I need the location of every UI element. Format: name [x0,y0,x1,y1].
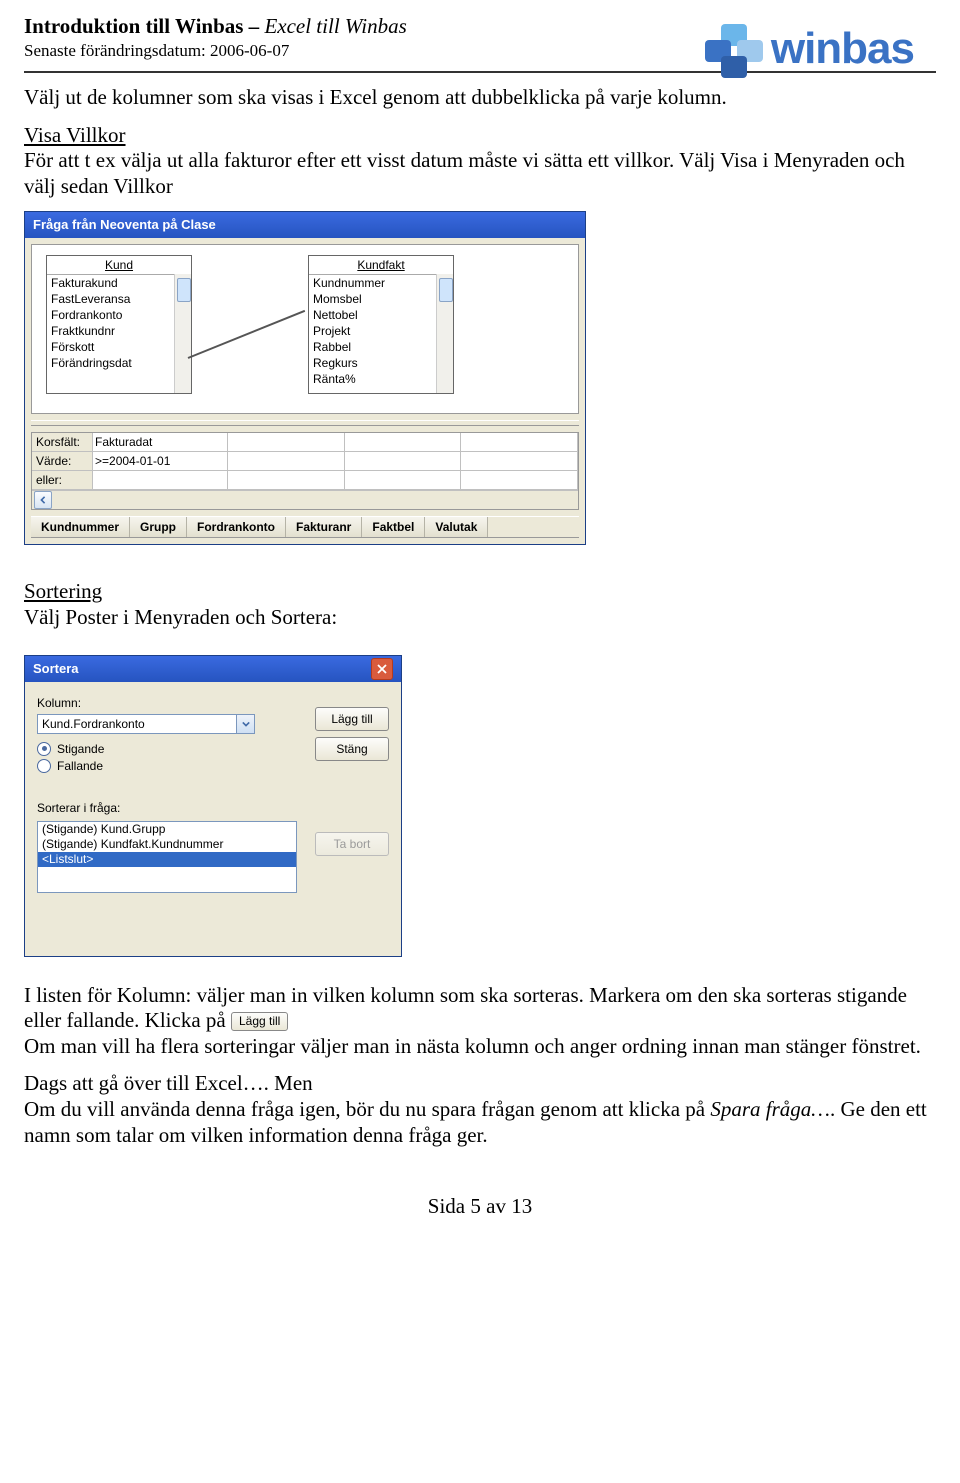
kolumn-paragraph: I listen för Kolumn: väljer man in vilke… [24,983,936,1060]
radio-label: Stigande [57,742,104,756]
list-item[interactable]: Rabbel [309,339,453,355]
list-item[interactable]: Fraktkundnr [47,323,191,339]
close-button[interactable] [371,658,393,680]
column-header[interactable]: Fordrankonto [187,517,286,537]
sortering-heading: Sortering [24,579,102,603]
msquery-title: Fråga från Neoventa på Clase [33,212,216,238]
list-item[interactable]: Fordrankonto [47,307,191,323]
criteria-label: Korsfält: [32,433,93,451]
tabort-button[interactable]: Ta bort [315,832,389,856]
column-header[interactable]: Grupp [130,517,187,537]
column-header[interactable]: Faktbel [362,517,425,537]
intro-paragraph: Välj ut de kolumner som ska visas i Exce… [24,85,936,111]
list-item[interactable]: Kundnummer [309,275,453,291]
criteria-or-cell[interactable] [93,471,228,489]
page-footer: Sida 5 av 13 [24,1194,936,1229]
fallande-radio[interactable]: Fallande [37,759,389,773]
criteria-field-cell[interactable]: Fakturadat [93,433,228,451]
brand-logo: winbas [705,22,914,76]
msquery-window: Fråga från Neoventa på Clase Kund Faktur… [24,211,586,545]
column-header[interactable]: Kundnummer [31,517,130,537]
list-item[interactable]: Förändringsdat [47,355,191,371]
laggtill-inline-button: Lägg till [231,1012,288,1031]
sort-dialog: Sortera Kolumn: Lägg till Stäng Stigande [24,655,402,957]
hex-icon [705,22,765,76]
criteria-grid[interactable]: Korsfält: Fakturadat Värde: >=2004-01-01… [31,432,579,510]
column-header[interactable]: Valutak [425,517,488,537]
close-icon [377,664,387,674]
list-item[interactable]: Nettobel [309,307,453,323]
visa-villkor-paragraph: Visa Villkor För att t ex välja ut alla … [24,123,936,200]
tables-pane[interactable]: Kund Fakturakund FastLeveransa Fordranko… [31,244,579,414]
list-item[interactable]: Regkurs [309,355,453,371]
brand-text: winbas [771,24,914,74]
chevron-down-icon [242,720,250,728]
list-item[interactable]: (Stigande) Kundfakt.Kundnummer [38,837,296,852]
list-item[interactable]: Fakturakund [47,275,191,291]
stang-button[interactable]: Stäng [315,737,389,761]
criteria-value-cell[interactable]: >=2004-01-01 [93,452,228,470]
table-field-list[interactable]: Fakturakund FastLeveransa Fordrankonto F… [47,274,191,393]
laggtill-button[interactable]: Lägg till [315,707,389,731]
visa-villkor-heading: Visa Villkor [24,123,126,147]
sort-dialog-title: Sortera [33,656,79,682]
column-header[interactable]: Fakturanr [286,517,362,537]
scrollbar[interactable] [174,274,191,393]
sorterar-label: Sorterar i fråga: [37,801,389,815]
table-box-kund[interactable]: Kund Fakturakund FastLeveransa Fordranko… [46,255,192,394]
scroll-left-button[interactable] [34,491,52,509]
criteria-label: eller: [32,471,93,489]
list-item[interactable]: Momsbel [309,291,453,307]
dags-paragraph: Dags att gå över till Excel…. Men Om du … [24,1071,936,1148]
radio-dot-icon [37,742,51,756]
kolumn-input[interactable] [37,714,237,734]
radio-dot-icon [37,759,51,773]
list-item[interactable]: Projekt [309,323,453,339]
sort-dialog-titlebar[interactable]: Sortera [25,656,401,682]
radio-label: Fallande [57,759,103,773]
join-line [188,310,306,359]
list-item[interactable]: Ränta% [309,371,453,387]
list-item[interactable]: Förskott [47,339,191,355]
msquery-titlebar[interactable]: Fråga från Neoventa på Clase [25,212,585,238]
criteria-label: Värde: [32,452,93,470]
table-title: Kundfakt [309,256,453,274]
table-box-kundfakt[interactable]: Kundfakt Kundnummer Momsbel Nettobel Pro… [308,255,454,394]
sortering-paragraph: Sortering Välj Poster i Menyraden och So… [24,579,936,630]
result-columns-header[interactable]: Kundnummer Grupp Fordrankonto Fakturanr … [31,516,579,538]
list-item-selected[interactable]: <Listslut> [38,852,296,867]
table-field-list[interactable]: Kundnummer Momsbel Nettobel Projekt Rabb… [309,274,453,393]
chevron-left-icon [39,496,47,504]
list-item[interactable]: (Stigande) Kund.Grupp [38,822,296,837]
table-title: Kund [47,256,191,274]
sort-list[interactable]: (Stigande) Kund.Grupp (Stigande) Kundfak… [37,821,297,893]
combo-dropdown-button[interactable] [237,714,255,734]
scrollbar[interactable] [436,274,453,393]
list-item[interactable]: FastLeveransa [47,291,191,307]
kolumn-combo[interactable] [37,714,255,734]
